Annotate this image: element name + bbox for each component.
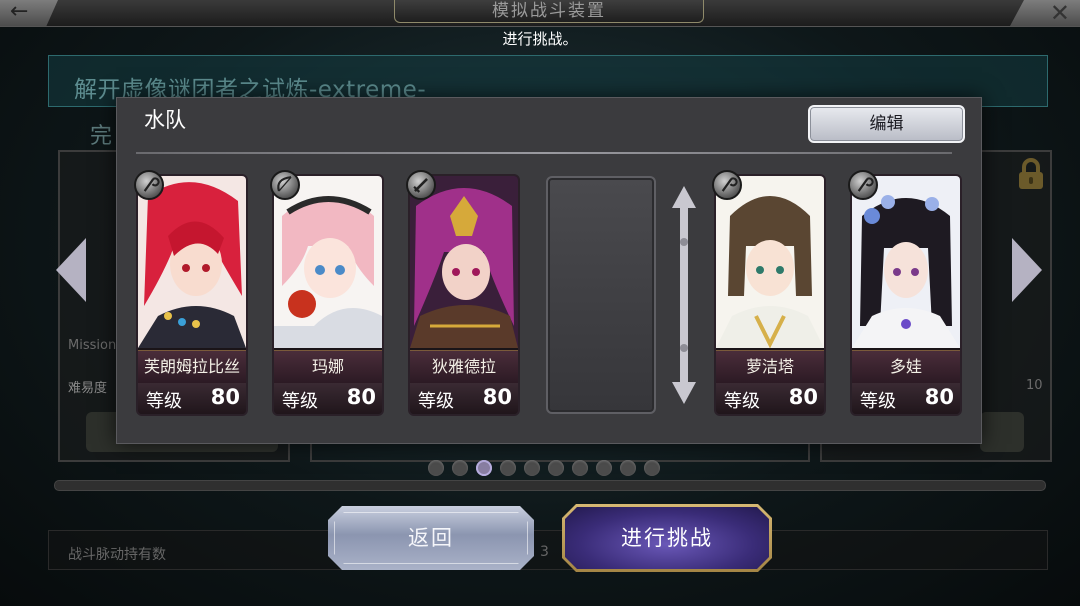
page-dot[interactable] [596, 460, 612, 476]
character-level: 等级 80 [138, 383, 246, 414]
complete-label: 完 [90, 124, 113, 149]
character-portrait [852, 176, 960, 348]
back-button-frame [334, 512, 528, 564]
character-level: 等级 80 [852, 383, 960, 414]
prev-page-arrow-icon[interactable] [56, 238, 86, 302]
edit-party-button[interactable]: 编辑 [808, 105, 965, 143]
swap-order-icon [672, 186, 696, 404]
page-dot[interactable] [476, 460, 492, 476]
party-member-card[interactable]: 狄雅德拉 等级 80 [408, 174, 520, 416]
character-level: 等级 80 [274, 383, 382, 414]
page-dot[interactable] [428, 460, 444, 476]
level-value: 80 [346, 385, 376, 409]
horizontal-scrollbar[interactable] [54, 480, 1046, 491]
page-dot[interactable] [452, 460, 468, 476]
level-label: 等级 [282, 391, 318, 412]
character-portrait [274, 176, 382, 348]
level-value: 80 [788, 385, 818, 409]
stage-number: 10 [1026, 378, 1043, 393]
sword-icon [406, 170, 436, 200]
character-name: 玛娜 [274, 350, 382, 383]
page-dot[interactable] [620, 460, 636, 476]
party-title: 水队 [144, 108, 186, 132]
close-icon: ✕ [1049, 0, 1070, 27]
level-value: 80 [482, 385, 512, 409]
page-indicator [428, 460, 660, 476]
staff-icon [848, 170, 878, 200]
page-dot[interactable] [572, 460, 588, 476]
character-portrait [410, 176, 518, 348]
battle-pulse-value: 3 [540, 544, 549, 560]
level-label: 等级 [418, 391, 454, 412]
page-dot[interactable] [644, 460, 660, 476]
character-name: 狄雅德拉 [410, 350, 518, 383]
character-name: 芙朗姆拉比丝 [138, 350, 246, 383]
staff-icon [712, 170, 742, 200]
level-label: 等级 [724, 391, 760, 412]
character-portrait [138, 176, 246, 348]
next-page-arrow-icon[interactable] [1012, 238, 1042, 302]
screen-title: 模拟战斗装置 [394, 0, 704, 23]
page-dot[interactable] [548, 460, 564, 476]
character-name: 多娃 [852, 350, 960, 383]
party-member-card[interactable]: 多娃 等级 80 [850, 174, 962, 416]
challenge-notice: 进行挑战。 [502, 30, 578, 48]
empty-party-slot[interactable] [546, 176, 656, 414]
character-name: 萝洁塔 [716, 350, 824, 383]
party-divider [136, 152, 952, 154]
stage-button-right[interactable] [980, 412, 1024, 452]
start-challenge-button[interactable]: 进行挑战 [562, 504, 772, 572]
lock-icon [1019, 158, 1043, 189]
mission-label: Mission [68, 338, 117, 353]
start-challenge-label: 进行挑战 [565, 507, 769, 569]
page-dot[interactable] [524, 460, 540, 476]
back-button[interactable]: 返回 [328, 506, 534, 570]
difficulty-label: 难易度 [68, 381, 108, 396]
battle-pulse-label: 战斗脉动持有数 [68, 547, 166, 563]
party-member-card[interactable]: 芙朗姆拉比丝 等级 80 [136, 174, 248, 416]
character-level: 等级 80 [716, 383, 824, 414]
character-portrait [716, 176, 824, 348]
back-arrow-icon: ← [10, 0, 29, 24]
staff-icon [134, 170, 164, 200]
party-member-card[interactable]: 玛娜 等级 80 [272, 174, 384, 416]
level-value: 80 [924, 385, 954, 409]
character-level: 等级 80 [410, 383, 518, 414]
party-member-card[interactable]: 萝洁塔 等级 80 [714, 174, 826, 416]
level-label: 等级 [860, 391, 896, 412]
level-label: 等级 [146, 391, 182, 412]
bow-icon [270, 170, 300, 200]
page-dot[interactable] [500, 460, 516, 476]
level-value: 80 [210, 385, 240, 409]
